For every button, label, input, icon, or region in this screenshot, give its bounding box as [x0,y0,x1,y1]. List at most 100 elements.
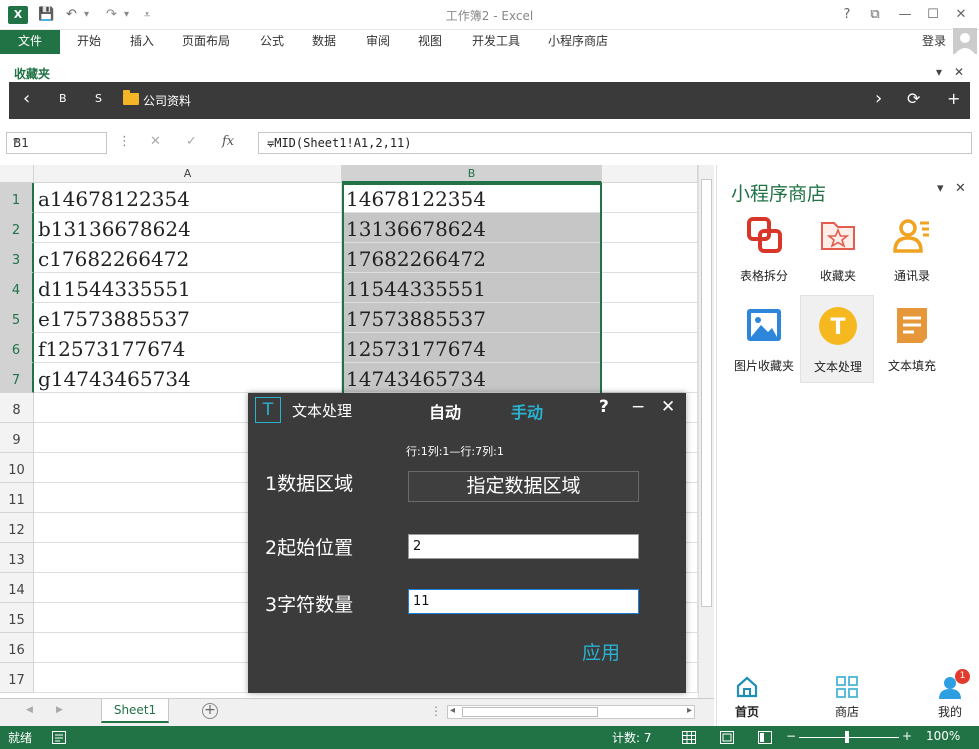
cell-a[interactable]: g14743465734 [34,363,342,393]
page-layout-view-icon[interactable] [720,731,734,744]
column-header-b[interactable]: B [342,165,602,183]
tab-developer[interactable]: 开发工具 [472,30,520,54]
app-table-split[interactable]: 表格拆分 [727,205,801,293]
cell-c[interactable] [602,183,698,213]
favorites-dropdown-icon[interactable]: ▾ [936,65,942,79]
cell-c[interactable] [602,303,698,333]
sheet-bar-dots-icon[interactable]: ⋮ [430,704,442,718]
char-count-input[interactable]: 11 [408,589,639,614]
back-arrow-icon[interactable]: ‹ [23,88,30,109]
cell-a[interactable]: a14678122354 [34,183,342,213]
vertical-scroll-thumb[interactable] [701,179,712,607]
page-break-view-icon[interactable] [758,731,772,744]
cell-b[interactable]: 17573885537 [342,303,602,333]
cell-b[interactable]: 14743465734 [342,363,602,393]
row-header[interactable]: 17 [0,663,34,693]
login-link[interactable]: 登录 [922,32,946,49]
nav-mine[interactable]: 我的 [920,673,979,723]
tab-auto[interactable]: 自动 [429,399,461,423]
app-image-favorites[interactable]: 图片收藏夹 [727,295,801,383]
user-avatar[interactable] [953,28,977,54]
insert-function-icon[interactable]: fx [222,134,234,149]
dialog-minimize-button[interactable]: − [631,397,645,417]
row-header[interactable]: 14 [0,573,34,603]
sheet-next-icon[interactable]: ▶ [56,705,63,715]
tab-page-layout[interactable]: 页面布局 [182,30,230,54]
cell-a[interactable]: c17682266472 [34,243,342,273]
cell-a[interactable]: b13136678624 [34,213,342,243]
add-favorite-icon[interactable]: + [947,89,960,108]
help-button[interactable]: ? [836,6,858,24]
cell-a[interactable]: e17573885537 [34,303,342,333]
app-contacts[interactable]: 通讯录 [875,205,949,293]
pane-close-icon[interactable]: ✕ [955,181,966,196]
cell-c[interactable] [602,333,698,363]
row-header[interactable]: 4 [0,273,34,303]
row-header[interactable]: 6 [0,333,34,363]
row-header[interactable]: 12 [0,513,34,543]
expand-formula-icon[interactable]: ⌄ [267,135,967,149]
row-header[interactable]: 16 [0,633,34,663]
tab-file[interactable]: 文件 [0,30,60,54]
app-favorites[interactable]: 收藏夹 [801,205,875,293]
zoom-in-button[interactable]: + [902,729,912,743]
app-text-fill[interactable]: 文本填充 [875,295,949,383]
nav-home[interactable]: 首页 [717,673,777,723]
pane-dropdown-icon[interactable]: ▾ [937,181,944,196]
row-header[interactable]: 15 [0,603,34,633]
maximize-button[interactable]: ☐ [922,6,944,24]
cell-b[interactable]: 12573177674 [342,333,602,363]
vertical-scrollbar[interactable] [698,165,714,698]
tab-view[interactable]: 视图 [418,30,442,54]
tab-home[interactable]: 开始 [77,30,101,54]
zoom-slider-thumb[interactable] [845,731,849,743]
cancel-icon[interactable]: ✕ [150,134,161,149]
cell-b[interactable]: 17682266472 [342,243,602,273]
name-box[interactable]: B1 ▾ [6,132,107,154]
row-header[interactable]: 13 [0,543,34,573]
tab-review[interactable]: 审阅 [366,30,390,54]
add-sheet-icon[interactable]: + [202,703,218,719]
zoom-out-button[interactable]: − [786,729,796,743]
normal-view-icon[interactable] [682,731,696,744]
dialog-close-button[interactable]: ✕ [661,397,675,417]
close-button[interactable]: ✕ [950,6,972,24]
tab-formulas[interactable]: 公式 [260,30,284,54]
tab-mini-program-store[interactable]: 小程序商店 [548,30,608,54]
minimize-button[interactable]: — [894,6,916,24]
cell-c[interactable] [602,273,698,303]
scroll-right-icon[interactable]: ▸ [687,705,692,716]
cell-c[interactable] [602,363,698,393]
row-header[interactable]: 10 [0,453,34,483]
favorites-b-button[interactable]: B [59,92,67,105]
horizontal-scroll-thumb[interactable] [462,707,598,717]
favorites-s-button[interactable]: S [95,92,102,105]
select-all-corner[interactable] [0,165,34,183]
sheet-tab-sheet1[interactable]: Sheet1 [101,699,169,723]
apply-button[interactable]: 应用 [582,638,620,665]
ribbon-display-options-icon[interactable]: ⧉ [864,6,886,24]
zoom-level[interactable]: 100% [926,729,960,743]
sheet-prev-icon[interactable]: ◀ [26,705,33,715]
refresh-icon[interactable]: ⟳ [907,89,920,108]
scroll-left-icon[interactable]: ◂ [450,705,455,716]
column-header-a[interactable]: A [34,165,342,183]
cell-b[interactable]: 13136678624 [342,213,602,243]
folder-company-docs[interactable]: 公司资料 [143,92,191,109]
forward-arrow-icon[interactable]: › [875,88,882,109]
row-header[interactable]: 8 [0,393,34,423]
row-header[interactable]: 9 [0,423,34,453]
zoom-slider-track[interactable] [799,737,899,738]
cell-a[interactable]: d11544335551 [34,273,342,303]
row-header[interactable]: 11 [0,483,34,513]
macro-record-icon[interactable] [52,731,66,744]
specify-data-region-button[interactable]: 指定数据区域 [408,471,639,502]
enter-icon[interactable]: ✓ [186,134,197,149]
cell-a[interactable]: f12573177674 [34,333,342,363]
cell-b[interactable]: 11544335551 [342,273,602,303]
start-position-input[interactable]: 2 [408,534,639,559]
formula-input[interactable]: =MID(Sheet1!A1,2,11) ⌄ [258,132,972,154]
cell-c[interactable] [602,243,698,273]
row-header[interactable]: 3 [0,243,34,273]
row-header[interactable]: 1 [0,183,34,213]
